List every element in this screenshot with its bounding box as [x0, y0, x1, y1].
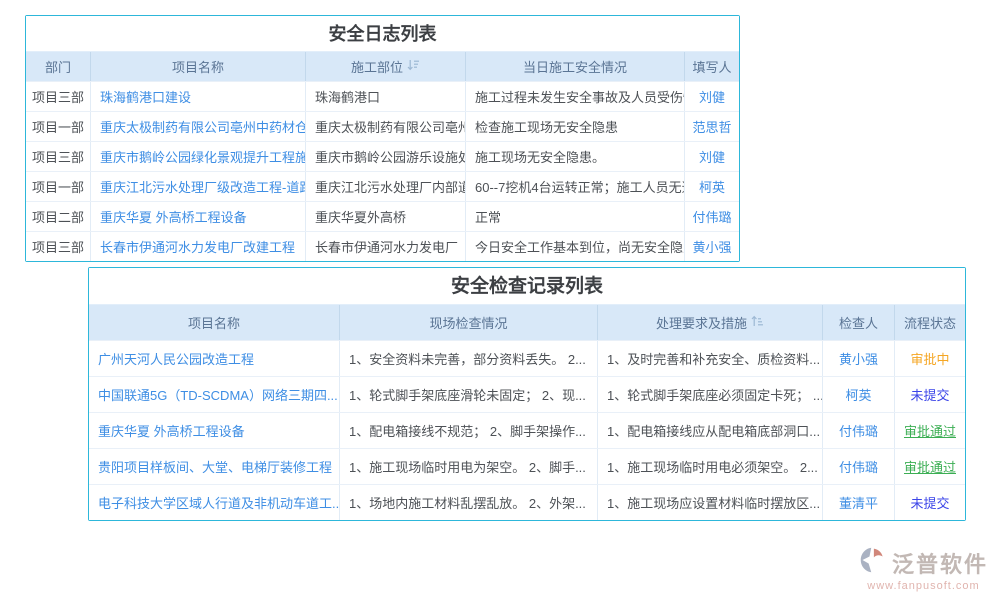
project-link[interactable]: 珠海鹤港口建设 [90, 82, 305, 111]
measures-cell: 1、及时完善和补充安全、质检资料... [597, 341, 822, 376]
inspector-link[interactable]: 付伟璐 [822, 413, 894, 448]
table-row: 中国联通5G（TD-SCDMA）网络三期四... 1、轮式脚手架底座滑轮未固定；… [89, 376, 965, 412]
table-row: 项目三部 长春市伊通河水力发电厂改建工程 长春市伊通河水力发电厂 今日安全工作基… [26, 231, 739, 261]
dept-cell: 项目一部 [26, 112, 90, 141]
situation-cell: 今日安全工作基本到位，尚无安全隐患... [465, 232, 684, 261]
column-header-department[interactable]: 部门 [26, 52, 90, 81]
measures-cell: 1、施工现场临时用电必须架空。 2... [597, 449, 822, 484]
column-header-inspector[interactable]: 检查人 [822, 305, 894, 340]
inspection-cell: 1、配电箱接线不规范； 2、脚手架操作... [339, 413, 597, 448]
measures-cell: 1、施工现场应设置材料临时摆放区... [597, 485, 822, 520]
table-row: 项目三部 重庆市鹅岭公园绿化景观提升工程施工 重庆市鹅岭公园游乐设施处 施工现场… [26, 141, 739, 171]
status-text[interactable]: 审批中 [894, 341, 965, 376]
status-text[interactable]: 未提交 [894, 485, 965, 520]
column-header-writer[interactable]: 填写人 [684, 52, 739, 81]
table-row: 项目二部 重庆华夏 外高桥工程设备 重庆华夏外高桥 正常 付伟璐 [26, 201, 739, 231]
column-header-project-name[interactable]: 项目名称 [90, 52, 305, 81]
column-header-measures[interactable]: 处理要求及措施 [597, 305, 822, 340]
inspection-cell: 1、安全资料未完善，部分资料丢失。 2... [339, 341, 597, 376]
inspector-link[interactable]: 黄小强 [822, 341, 894, 376]
column-header-flow-status[interactable]: 流程状态 [894, 305, 965, 340]
project-link[interactable]: 重庆华夏 外高桥工程设备 [89, 413, 339, 448]
table-row: 项目一部 重庆江北污水处理厂级改造工程-道路... 重庆江北污水处理厂内部道路 … [26, 171, 739, 201]
project-link[interactable]: 重庆太极制药有限公司亳州中药材仓... [90, 112, 305, 141]
inspector-link[interactable]: 付伟璐 [822, 449, 894, 484]
inspector-link[interactable]: 董清平 [822, 485, 894, 520]
sort-descending-icon[interactable] [407, 59, 420, 74]
dept-cell: 项目三部 [26, 232, 90, 261]
measures-cell: 1、配电箱接线应从配电箱底部洞口... [597, 413, 822, 448]
project-link[interactable]: 重庆华夏 外高桥工程设备 [90, 202, 305, 231]
situation-cell: 检查施工现场无安全隐患 [465, 112, 684, 141]
location-cell: 重庆华夏外高桥 [305, 202, 465, 231]
table-row: 贵阳项目样板间、大堂、电梯厅装修工程 1、施工现场临时用电为架空。 2、脚手..… [89, 448, 965, 484]
table-row: 电子科技大学区域人行道及非机动车道工... 1、场地内施工材料乱摆乱放。 2、外… [89, 484, 965, 520]
situation-cell: 正常 [465, 202, 684, 231]
measures-cell: 1、轮式脚手架底座必须固定卡死； ... [597, 377, 822, 412]
safety-log-title: 安全日志列表 [26, 16, 739, 52]
fanpu-logo-icon [859, 546, 887, 579]
writer-link[interactable]: 付伟璐 [684, 202, 739, 231]
project-link[interactable]: 重庆江北污水处理厂级改造工程-道路... [90, 172, 305, 201]
inspection-cell: 1、场地内施工材料乱摆乱放。 2、外架... [339, 485, 597, 520]
location-cell: 珠海鹤港口 [305, 82, 465, 111]
dept-cell: 项目一部 [26, 172, 90, 201]
safety-log-table: 安全日志列表 部门 项目名称 施工部位 当日施工安全情况 填写人 项目三部 珠海… [25, 15, 740, 262]
safety-log-header-row: 部门 项目名称 施工部位 当日施工安全情况 填写人 [26, 52, 739, 81]
location-cell: 重庆市鹅岭公园游乐设施处 [305, 142, 465, 171]
sort-ascending-icon[interactable] [751, 315, 764, 330]
writer-link[interactable]: 黄小强 [684, 232, 739, 261]
status-text[interactable]: 审批通过 [894, 449, 965, 484]
project-link[interactable]: 电子科技大学区域人行道及非机动车道工... [89, 485, 339, 520]
status-text[interactable]: 审批通过 [894, 413, 965, 448]
column-header-site-inspection[interactable]: 现场检查情况 [339, 305, 597, 340]
writer-link[interactable]: 柯英 [684, 172, 739, 201]
situation-cell: 60--7挖机4台运转正常；施工人员无违... [465, 172, 684, 201]
situation-cell: 施工过程未发生安全事故及人员受伤情况 [465, 82, 684, 111]
location-cell: 长春市伊通河水力发电厂 [305, 232, 465, 261]
column-header-construction-part[interactable]: 施工部位 [305, 52, 465, 81]
table-row: 项目三部 珠海鹤港口建设 珠海鹤港口 施工过程未发生安全事故及人员受伤情况 刘健 [26, 81, 739, 111]
inspection-cell: 1、轮式脚手架底座滑轮未固定； 2、现... [339, 377, 597, 412]
inspector-link[interactable]: 柯英 [822, 377, 894, 412]
project-link[interactable]: 贵阳项目样板间、大堂、电梯厅装修工程 [89, 449, 339, 484]
table-row: 项目一部 重庆太极制药有限公司亳州中药材仓... 重庆太极制药有限公司亳州...… [26, 111, 739, 141]
inspection-cell: 1、施工现场临时用电为架空。 2、脚手... [339, 449, 597, 484]
project-link[interactable]: 中国联通5G（TD-SCDMA）网络三期四... [89, 377, 339, 412]
location-cell: 重庆江北污水处理厂内部道路 [305, 172, 465, 201]
table-row: 广州天河人民公园改造工程 1、安全资料未完善，部分资料丢失。 2... 1、及时… [89, 340, 965, 376]
brand-name: 泛普软件 [892, 547, 988, 579]
safety-check-header-row: 项目名称 现场检查情况 处理要求及措施 检查人 流程状态 [89, 305, 965, 340]
location-cell: 重庆太极制药有限公司亳州... [305, 112, 465, 141]
fanpu-watermark: 泛普软件 www.fanpusoft.com [859, 546, 988, 592]
column-header-daily-safety[interactable]: 当日施工安全情况 [465, 52, 684, 81]
situation-cell: 施工现场无安全隐患。 [465, 142, 684, 171]
brand-url: www.fanpusoft.com [867, 580, 979, 592]
safety-check-table: 安全检查记录列表 项目名称 现场检查情况 处理要求及措施 检查人 流程状态 广州… [88, 267, 966, 521]
column-header-project-name[interactable]: 项目名称 [89, 305, 339, 340]
writer-link[interactable]: 刘健 [684, 82, 739, 111]
project-link[interactable]: 广州天河人民公园改造工程 [89, 341, 339, 376]
status-text[interactable]: 未提交 [894, 377, 965, 412]
safety-check-title: 安全检查记录列表 [89, 268, 965, 305]
dept-cell: 项目三部 [26, 142, 90, 171]
dept-cell: 项目三部 [26, 82, 90, 111]
writer-link[interactable]: 范思哲 [684, 112, 739, 141]
table-row: 重庆华夏 外高桥工程设备 1、配电箱接线不规范； 2、脚手架操作... 1、配电… [89, 412, 965, 448]
dept-cell: 项目二部 [26, 202, 90, 231]
writer-link[interactable]: 刘健 [684, 142, 739, 171]
project-link[interactable]: 长春市伊通河水力发电厂改建工程 [90, 232, 305, 261]
project-link[interactable]: 重庆市鹅岭公园绿化景观提升工程施工 [90, 142, 305, 171]
